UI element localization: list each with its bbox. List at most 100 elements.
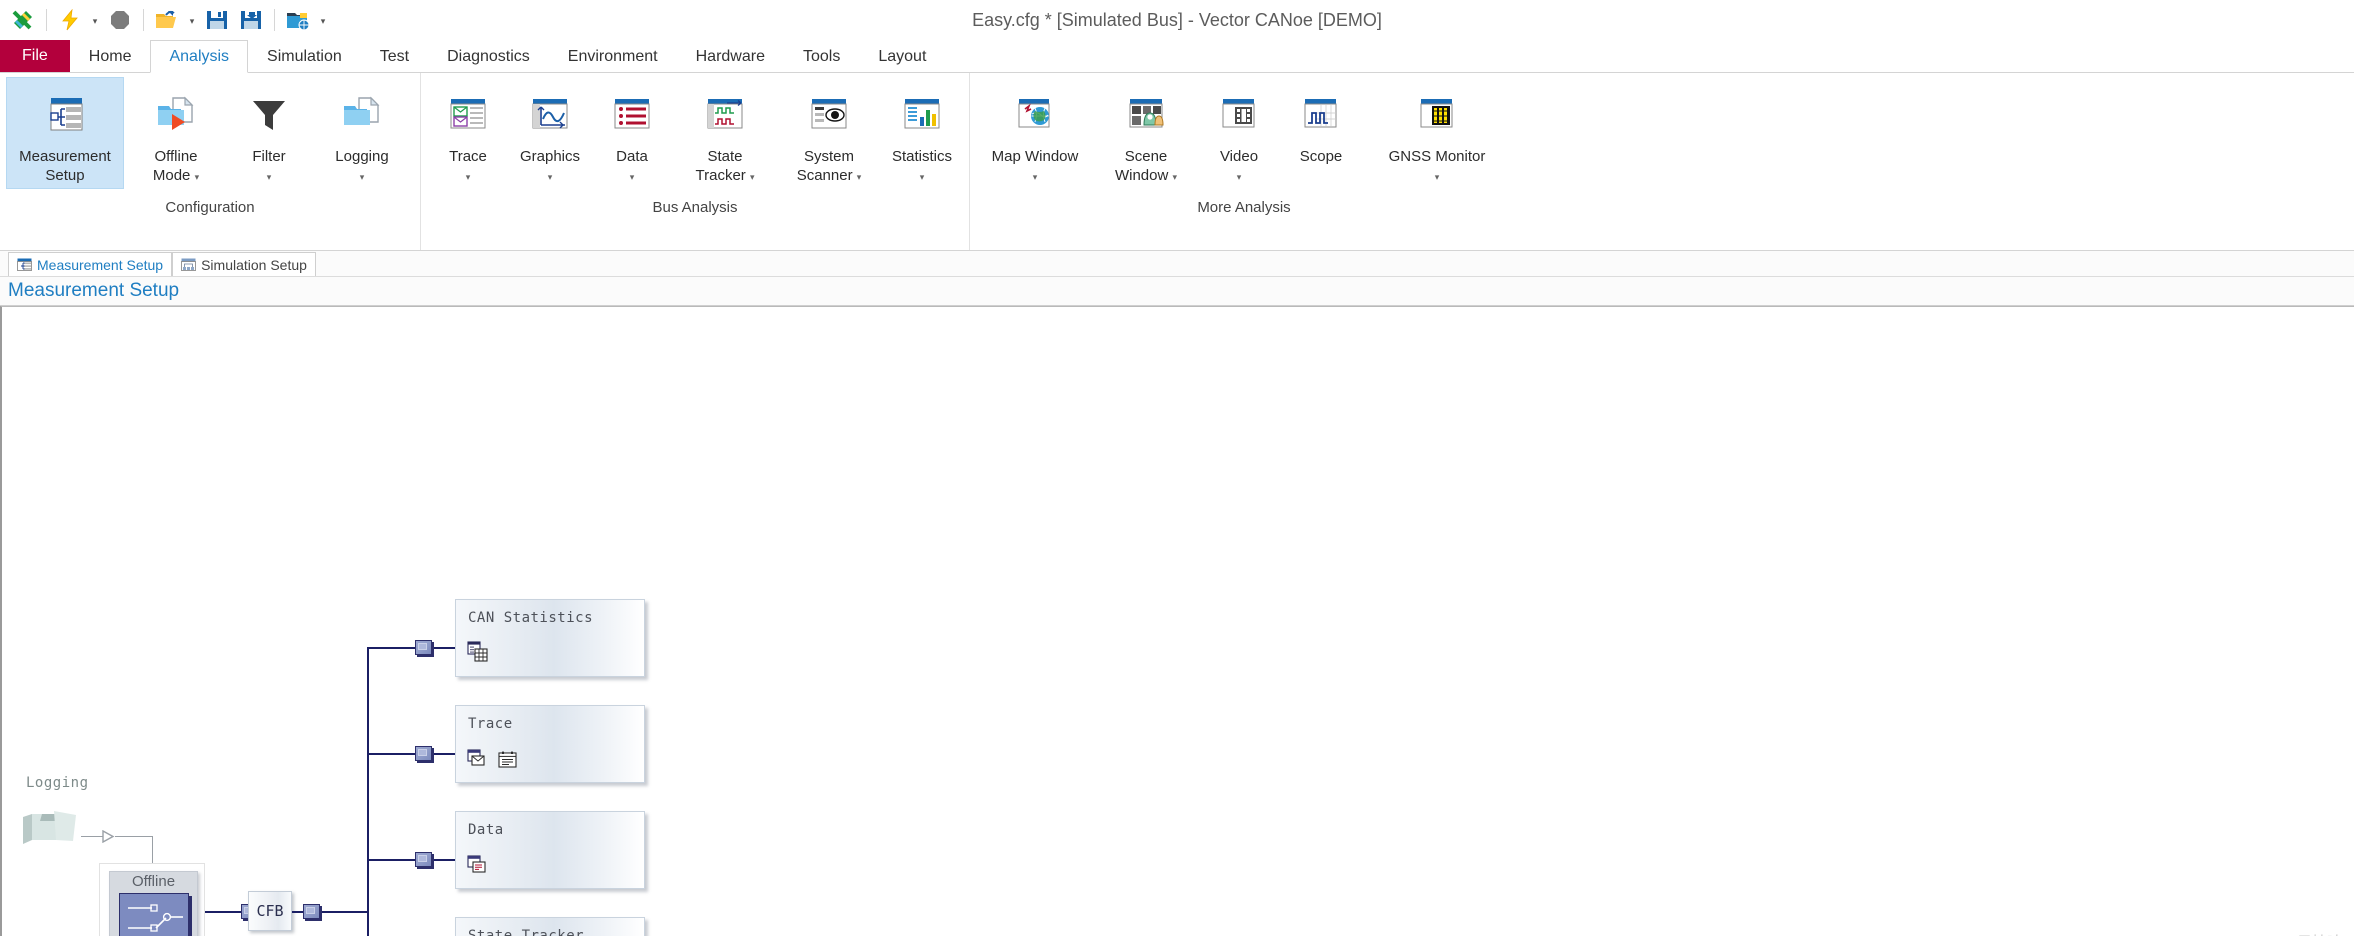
node-port-data[interactable] [415,852,432,867]
dropdown-caret-icon[interactable]: ▾ [920,172,925,182]
bus-port-right[interactable] [303,904,320,919]
node-port-can-statistics[interactable] [415,640,432,655]
node-icons [467,641,491,668]
node-trace[interactable]: Trace [455,705,645,783]
open-configuration-dropdown-icon[interactable]: ▾ [184,3,200,37]
ribbon-button-label: Data ▾ [616,148,648,186]
ribbon-button-gnss-monitor[interactable]: GNSS Monitor ▾ [1362,77,1512,189]
label-line2: Scanner [796,166,853,184]
node-state-tracker[interactable]: State Tracker [455,917,645,936]
ribbon-button-data[interactable]: Data ▾ [591,77,673,189]
node-data[interactable]: Data [455,811,645,889]
open-recent-icon[interactable] [281,3,315,37]
node-can-statistics[interactable]: CAN Statistics [455,599,645,677]
dropdown-caret-icon[interactable]: ▾ [857,172,862,182]
measurement-setup-canvas[interactable]: Logging Sim. >> Offline [0,306,2354,936]
tab-file[interactable]: File [0,40,70,72]
ribbon-button-state-tracker[interactable]: State Tracker ▾ [673,77,777,189]
label-line1: System [803,148,854,165]
save-as-icon[interactable] [234,3,268,37]
label-line2: Mode [152,166,191,184]
tab-hardware[interactable]: Hardware [677,40,784,72]
dropdown-caret-icon[interactable]: ▾ [750,172,755,182]
statistics-icon [900,90,944,142]
start-measurement-icon[interactable] [53,3,87,37]
bus-trunk-vertical [367,647,369,936]
start-measurement-dropdown-icon[interactable]: ▾ [87,3,103,37]
qat-separator-1 [46,9,47,31]
ribbon-button-label: Measurement Setup [19,148,111,186]
tab-home[interactable]: Home [70,40,151,72]
ribbon-button-filter[interactable]: Filter ▾ [228,77,310,189]
cfb-block[interactable]: CFB [248,891,292,931]
ribbon-button-label: System Scanner ▾ [797,148,862,186]
ribbon-group-more-analysis: Map Window ▾ Scene Window ▾ Video ▾ Scop… [969,73,1518,250]
dropdown-caret-icon[interactable]: ▾ [1237,172,1242,182]
branch-wire-can-statistics-2 [434,647,456,649]
ribbon-tab-bar: File Home Analysis Simulation Test Diagn… [0,40,2354,73]
open-configuration-icon[interactable] [150,3,184,37]
ribbon-button-graphics[interactable]: Graphics ▾ [509,77,591,189]
label-line1: Trace [449,148,487,165]
tab-simulation[interactable]: Simulation [248,40,361,72]
save-icon[interactable] [200,3,234,37]
ribbon-button-scope[interactable]: Scope [1280,77,1362,189]
ribbon-button-scene-window[interactable]: Scene Window ▾ [1094,77,1198,189]
ribbon-button-system-scanner[interactable]: System Scanner ▾ [777,77,881,189]
list-window-icon[interactable] [498,751,518,774]
dropdown-caret-icon[interactable]: ▾ [1435,172,1440,182]
qat-overflow-icon[interactable]: ▾ [315,3,331,37]
ribbon-group-label: Bus Analysis [652,199,738,216]
ribbon-button-map-window[interactable]: Map Window ▾ [976,77,1094,189]
canoe-logo-icon[interactable] [6,3,40,37]
ribbon-button-label: Logging ▾ [335,148,388,186]
tab-layout[interactable]: Layout [859,40,945,72]
tab-test[interactable]: Test [361,40,428,72]
doc-tab-label: Simulation Setup [201,256,307,273]
dropdown-caret-icon[interactable]: ▾ [267,172,272,182]
wire-folder-to-offline-h [81,836,103,837]
dropdown-caret-icon[interactable]: ▾ [1173,172,1178,182]
dropdown-caret-icon[interactable]: ▾ [1033,172,1038,182]
doc-tab-simulation-setup[interactable]: Simulation Setup [172,252,316,276]
measurement-setup-icon [42,90,88,142]
scene-window-icon [1124,90,1168,142]
doc-tab-measurement-setup[interactable]: Measurement Setup [8,252,173,276]
ribbon-button-label: Offline Mode ▾ [153,148,199,186]
offline-online-switch[interactable]: Offline Online [99,863,205,936]
trace-window-icon[interactable] [467,749,489,774]
stop-measurement-icon[interactable] [103,3,137,37]
node-title: Trace [468,716,513,732]
offline-online-switch-inner[interactable]: Offline Online [109,871,198,936]
ribbon-button-trace[interactable]: Trace ▾ [427,77,509,189]
dropdown-caret-icon[interactable]: ▾ [466,172,471,182]
ribbon-group-label: Configuration [165,199,255,216]
statistics-window-icon[interactable] [467,641,491,668]
label-line1: Filter [252,148,286,165]
switch-graphic [118,893,189,936]
tab-environment[interactable]: Environment [549,40,677,72]
filter-icon [248,90,290,142]
wire-offline-top-h [115,836,152,837]
ribbon-button-offline-mode[interactable]: Offline Mode ▾ [124,77,228,189]
ribbon-button-video[interactable]: Video ▾ [1198,77,1280,189]
dropdown-caret-icon[interactable]: ▾ [360,172,365,182]
data-window-icon[interactable] [467,855,489,880]
tab-analysis[interactable]: Analysis [150,40,249,73]
system-scanner-icon [807,90,851,142]
dropdown-caret-icon[interactable]: ▾ [548,172,553,182]
node-title: State Tracker [468,928,585,936]
ribbon-button-statistics[interactable]: Statistics ▾ [881,77,963,189]
ribbon-button-logging[interactable]: Logging ▾ [310,77,414,189]
quick-access-toolbar: ▾ ▾ ▾ [0,3,331,37]
node-port-trace[interactable] [415,746,432,761]
tab-tools[interactable]: Tools [784,40,859,72]
ribbon-button-measurement-setup[interactable]: Measurement Setup [6,77,124,189]
source-logging-folder-icon[interactable] [20,805,78,858]
tab-diagnostics[interactable]: Diagnostics [428,40,549,72]
node-icons [467,855,489,880]
dropdown-caret-icon[interactable]: ▾ [630,172,635,182]
page-title: Measurement Setup [0,277,2354,306]
qat-separator-2 [143,9,144,31]
dropdown-caret-icon[interactable]: ▾ [195,172,200,182]
